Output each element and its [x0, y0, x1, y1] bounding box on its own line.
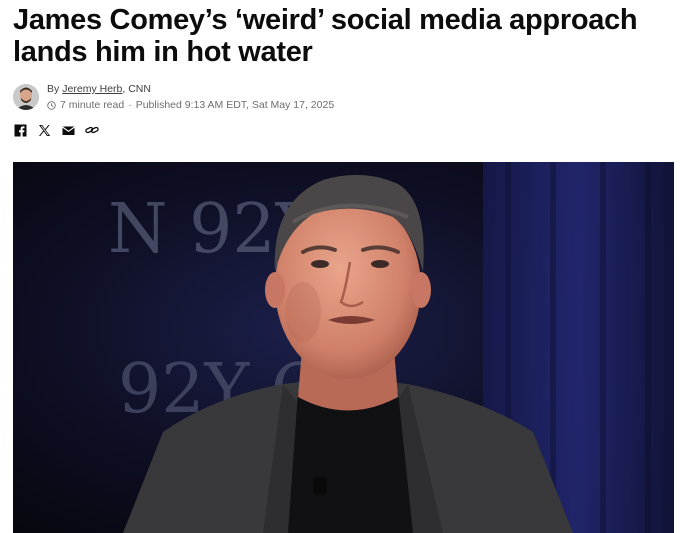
- publish-timestamp: Published 9:13 AM EDT, Sat May 17, 2025: [135, 99, 335, 111]
- byline: By Jeremy Herb , CNN 7 minute read · Pub…: [13, 82, 334, 112]
- read-time: 7 minute read: [60, 99, 125, 111]
- article-headline: James Comey’s ‘weird’ social media appro…: [13, 4, 638, 68]
- facebook-icon: [14, 124, 26, 137]
- email-icon: [61, 126, 75, 135]
- facebook-share-button[interactable]: [13, 123, 27, 137]
- outlet-name: , CNN: [122, 83, 151, 95]
- clock-icon: [47, 100, 56, 110]
- author-link[interactable]: Jeremy Herb: [62, 82, 122, 96]
- link-icon: [85, 126, 99, 134]
- author-avatar[interactable]: [13, 84, 39, 110]
- meta-separator: ·: [128, 99, 132, 111]
- byline-prefix: By: [47, 83, 60, 95]
- x-share-button[interactable]: [37, 123, 51, 137]
- lead-photo[interactable]: N 92Y 92Y Q: [13, 162, 674, 533]
- x-icon: [38, 124, 50, 136]
- share-bar: [13, 123, 109, 137]
- email-share-button[interactable]: [61, 123, 75, 137]
- copy-link-button[interactable]: [85, 123, 99, 137]
